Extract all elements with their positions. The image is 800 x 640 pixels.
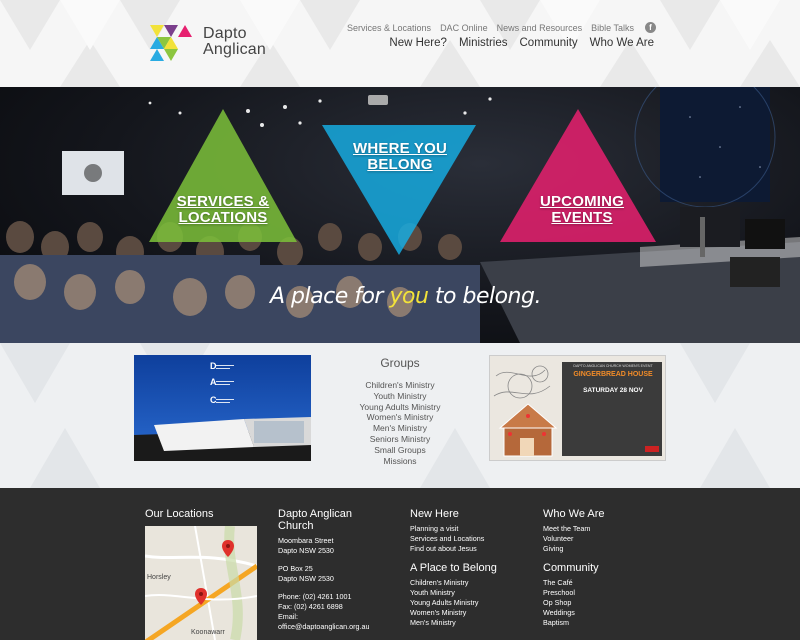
dac-letter-d: D bbox=[210, 361, 217, 371]
nav-community[interactable]: Community bbox=[520, 37, 578, 49]
events-line-2: EVENTS bbox=[551, 209, 613, 226]
hero-tagline: A place for you to belong. bbox=[270, 284, 542, 309]
group-seniors-ministry[interactable]: Seniors Ministry bbox=[320, 434, 480, 445]
groups-title: Groups bbox=[380, 356, 420, 370]
site-logo[interactable]: Dapto Anglican bbox=[150, 25, 280, 61]
logo-triangles-icon bbox=[150, 25, 192, 61]
footer-link-preschool[interactable]: Preschool bbox=[543, 588, 653, 598]
primary-nav: New Here? Ministries Community Who We Ar… bbox=[389, 37, 654, 49]
nav-ministries[interactable]: Ministries bbox=[459, 37, 508, 49]
church-suburb: Dapto NSW 2530 bbox=[278, 546, 334, 555]
footer-who-we-are-title: Who We Are bbox=[543, 508, 605, 520]
footer-new-here-title: New Here bbox=[410, 508, 459, 520]
map-label-koonawarra: Koonawarr bbox=[191, 629, 225, 636]
footer-link-volunteer[interactable]: Volunteer bbox=[543, 534, 653, 544]
tagline-part-2: to belong. bbox=[428, 284, 542, 309]
tagline-part-1: A place for bbox=[270, 284, 390, 309]
footer-link-youth[interactable]: Youth Ministry bbox=[410, 588, 520, 598]
gingerbread-title: GINGERBREAD HOUSE bbox=[573, 371, 653, 378]
events-line-1: UPCOMING bbox=[539, 193, 625, 210]
map-label-horsley: Horsley bbox=[147, 574, 171, 581]
where-you-belong-link[interactable]: WHERE YOU BELONG bbox=[340, 141, 460, 173]
where-line-1: WHERE YOU bbox=[352, 140, 448, 157]
gingerbread-date: SATURDAY 28 NOV bbox=[583, 387, 643, 394]
logo-line-1: Dapto bbox=[203, 25, 247, 42]
services-line-1: SERVICES & bbox=[176, 193, 270, 210]
footer-church-title: Dapto Anglican Church bbox=[278, 508, 388, 532]
group-youth-ministry[interactable]: Youth Ministry bbox=[320, 391, 480, 402]
nav-who-we-are[interactable]: Who We Are bbox=[590, 37, 654, 49]
footer-link-planning-visit[interactable]: Planning a visit bbox=[410, 524, 520, 534]
footer-community-title: Community bbox=[543, 562, 599, 574]
logo-wordmark: Dapto Anglican bbox=[203, 26, 266, 58]
footer-link-cafe[interactable]: The Café bbox=[543, 578, 653, 588]
services-line-2: LOCATIONS bbox=[178, 209, 268, 226]
footer-link-op-shop[interactable]: Op Shop bbox=[543, 598, 653, 608]
group-womens-ministry[interactable]: Women's Ministry bbox=[320, 412, 480, 423]
footer-link-services-locations[interactable]: Services and Locations bbox=[410, 534, 520, 544]
footer-locations-title: Our Locations bbox=[145, 508, 214, 520]
dac-promo-image[interactable]: D A C bbox=[134, 355, 311, 461]
footer-link-giving[interactable]: Giving bbox=[543, 544, 653, 554]
site-footer: Our Locations Dapto Anglican Church Moom… bbox=[0, 488, 800, 640]
services-locations-link[interactable]: SERVICES & LOCATIONS bbox=[168, 194, 278, 226]
footer-link-find-out-jesus[interactable]: Find out about Jesus bbox=[410, 544, 520, 554]
dac-letter-a: A bbox=[210, 377, 217, 387]
nav-bible-talks[interactable]: Bible Talks bbox=[591, 23, 634, 33]
gingerbread-org: DAPTO ANGLICAN CHURCH WOMEN'S EVENT bbox=[573, 364, 653, 368]
church-pobox-suburb: Dapto NSW 2530 bbox=[278, 574, 334, 583]
logo-line-2: Anglican bbox=[203, 41, 266, 58]
footer-who-we-are: Who We Are Meet the Team Volunteer Givin… bbox=[543, 508, 653, 628]
groups-list: Groups Children's Ministry Youth Ministr… bbox=[320, 356, 480, 466]
church-fax: Fax: (02) 4261 6898 bbox=[278, 602, 343, 611]
footer-new-here: New Here Planning a visit Services and L… bbox=[410, 508, 520, 628]
tagline-highlight: you bbox=[389, 284, 429, 309]
dac-building-photo bbox=[134, 355, 311, 461]
group-childrens-ministry[interactable]: Children's Ministry bbox=[320, 380, 480, 391]
site-header: Dapto Anglican Services & Locations DAC … bbox=[0, 0, 800, 87]
map-graphic bbox=[145, 526, 257, 640]
footer-locations: Our Locations bbox=[145, 508, 213, 524]
church-email-label: Email: bbox=[278, 612, 298, 621]
locations-map[interactable]: Horsley Koonawarr bbox=[145, 526, 257, 640]
footer-link-meet-team[interactable]: Meet the Team bbox=[543, 524, 653, 534]
church-street: Moombara Street bbox=[278, 536, 334, 545]
church-email-link[interactable]: office@daptoanglican.org.au bbox=[278, 622, 388, 632]
footer-link-weddings[interactable]: Weddings bbox=[543, 608, 653, 618]
where-line-2: BELONG bbox=[367, 156, 433, 173]
gingerbread-event-image[interactable]: DAPTO ANGLICAN CHURCH WOMEN'S EVENT GING… bbox=[489, 355, 666, 461]
footer-link-baptism[interactable]: Baptism bbox=[543, 618, 653, 628]
church-pobox: PO Box 25 bbox=[278, 564, 313, 573]
dac-letter-c: C bbox=[210, 395, 217, 405]
footer-link-childrens[interactable]: Children's Ministry bbox=[410, 578, 520, 588]
hero-banner: SERVICES & LOCATIONS WHERE YOU BELONG UP… bbox=[0, 87, 800, 343]
facebook-icon[interactable]: f bbox=[645, 22, 656, 33]
footer-belong-title: A Place to Belong bbox=[410, 562, 497, 574]
nav-news-resources[interactable]: News and Resources bbox=[497, 23, 583, 33]
footer-link-mens[interactable]: Men's Ministry bbox=[410, 618, 520, 628]
nav-dac-online[interactable]: DAC Online bbox=[440, 23, 488, 33]
upcoming-events-link[interactable]: UPCOMING EVENTS bbox=[522, 194, 642, 226]
secondary-nav: Services & Locations DAC Online News and… bbox=[347, 22, 656, 33]
footer-link-womens[interactable]: Women's Ministry bbox=[410, 608, 520, 618]
nav-new-here[interactable]: New Here? bbox=[389, 37, 447, 49]
group-young-adults-ministry[interactable]: Young Adults Ministry bbox=[320, 402, 480, 413]
groups-section: D A C Groups Children's Ministry Youth M… bbox=[0, 343, 800, 488]
footer-church-contact: Dapto Anglican Church Moombara Street Da… bbox=[278, 508, 388, 632]
group-small-groups[interactable]: Small Groups bbox=[320, 445, 480, 456]
nav-services-locations[interactable]: Services & Locations bbox=[347, 23, 431, 33]
group-mens-ministry[interactable]: Men's Ministry bbox=[320, 423, 480, 434]
footer-church-title-2: Church bbox=[278, 520, 314, 532]
church-phone: Phone: (02) 4261 1001 bbox=[278, 592, 352, 601]
group-missions[interactable]: Missions bbox=[320, 456, 480, 467]
footer-link-young-adults[interactable]: Young Adults Ministry bbox=[410, 598, 520, 608]
footer-church-title-1: Dapto Anglican bbox=[278, 508, 352, 520]
